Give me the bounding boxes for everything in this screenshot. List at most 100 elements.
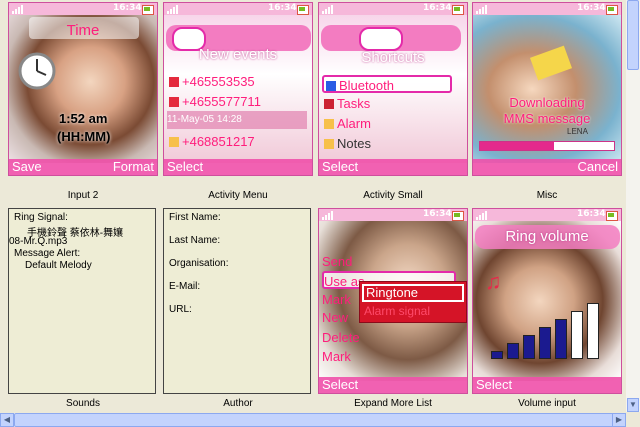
shortcut-item-alarm[interactable]: Alarm (322, 115, 462, 133)
shortcut-item-tasks[interactable]: Tasks (322, 95, 462, 113)
tasks-icon (324, 99, 334, 109)
caption-volume-input: Volume input (518, 398, 576, 409)
tab-strip[interactable] (321, 25, 461, 51)
time-format: (HH:MM) (57, 129, 111, 144)
caption-input2: Input 2 (67, 190, 99, 201)
screen-title: Time (66, 22, 100, 39)
volume-bar (491, 351, 503, 359)
battery-icon (297, 5, 309, 15)
note-icon (324, 139, 334, 149)
signal-icon (322, 211, 336, 220)
select-soft-key[interactable]: Select (476, 377, 512, 393)
volume-bar (539, 327, 551, 359)
format-soft-key[interactable]: Format (113, 159, 154, 175)
event-row[interactable]: +468851217 (167, 133, 307, 151)
status-time: 16:34 (577, 209, 606, 219)
status-bar: 16:34 (319, 3, 467, 15)
phone-screen-input2: 16:34 Time 1:52 am (HH:MM) Save Format (8, 2, 158, 176)
bluetooth-icon (326, 81, 336, 91)
volume-bar (507, 343, 519, 359)
status-time: 16:34 (268, 3, 297, 13)
clock-icon (17, 51, 57, 91)
caption-activity-small: Activity Small (363, 190, 423, 201)
volume-bar (523, 335, 535, 359)
save-soft-key[interactable]: Save (12, 159, 42, 175)
select-soft-key[interactable]: Select (322, 159, 358, 175)
progress-bar (479, 141, 615, 151)
menu-item-send[interactable]: Send (322, 253, 462, 271)
phone-screen-activity-menu: 16:34 New events +465553535 +4655577711 … (163, 2, 313, 176)
organisation-label: Organisation: (169, 258, 229, 269)
envelope-icon (169, 137, 179, 147)
submenu-item-alarm-signal[interactable]: Alarm signal (364, 304, 430, 318)
volume-bar (571, 311, 583, 359)
caption-misc: Misc (536, 190, 558, 201)
volume-bar (587, 303, 599, 359)
select-soft-key[interactable]: Select (322, 377, 358, 393)
signal-icon (476, 5, 490, 14)
scroll-down-button[interactable]: ▼ (627, 398, 639, 412)
caption-sounds: Sounds (66, 398, 100, 409)
progress-fill (480, 142, 554, 150)
scroll-left-button[interactable]: ◀ (0, 413, 14, 427)
menu-item-mark-all[interactable]: Mark (322, 348, 462, 366)
battery-icon (606, 5, 618, 15)
music-note-icon: ♫ (485, 269, 502, 294)
battery-icon (452, 5, 464, 15)
soft-key-bar: Select (319, 159, 467, 175)
time-value[interactable]: 1:52 am (59, 111, 149, 126)
phone-screen-volume-input: 16:34 Ring volume ♫ Select (472, 208, 622, 394)
horizontal-scroll-thumb[interactable] (14, 413, 614, 427)
screen-title: Ring volume (505, 228, 589, 245)
soft-key-bar: Select (164, 159, 312, 175)
status-bar: 16:34 (319, 209, 467, 221)
soft-key-bar: Save Format (9, 159, 157, 175)
event-row[interactable]: +465553535 (167, 73, 307, 91)
soft-key-bar: Cancel (473, 159, 621, 175)
url-label: URL: (169, 304, 192, 315)
ring-signal-filename: 08-Mr.Q.mp3 (9, 236, 68, 247)
menu-item-delete[interactable]: Delete (322, 329, 462, 347)
shortcut-item-bluetooth[interactable]: Bluetooth (322, 75, 452, 93)
email-label: E-Mail: (169, 281, 201, 292)
tab-shortcuts[interactable] (359, 27, 403, 51)
shortcut-item-notes[interactable]: Notes (322, 135, 462, 153)
screen-title: New events (198, 46, 278, 63)
phone-screen-misc: 16:34 Downloading MMS message LENA Cance… (472, 2, 622, 176)
status-bar: 16:34 (473, 209, 621, 221)
soft-key-bar: Select (319, 377, 467, 393)
soft-key-bar: Select (473, 377, 621, 393)
status-time: 16:34 (423, 209, 452, 219)
mms-status-line1: Downloading (509, 95, 585, 110)
submenu-item-ringtone[interactable]: Ringtone (362, 284, 464, 302)
cancel-soft-key[interactable]: Cancel (578, 159, 618, 175)
status-time: 16:34 (423, 3, 452, 13)
first-name-label: First Name: (169, 212, 221, 223)
ring-signal-label: Ring Signal: (14, 212, 68, 223)
vertical-scrollbar[interactable]: ▼ (626, 0, 640, 412)
caption-expand-more-list: Expand More List (354, 398, 432, 409)
status-bar: 16:34 (473, 3, 621, 15)
status-bar: 16:34 (164, 3, 312, 15)
select-soft-key[interactable]: Select (167, 159, 203, 175)
message-alert-label: Message Alert: (14, 248, 81, 259)
vertical-scroll-thumb[interactable] (627, 0, 639, 70)
volume-bar (555, 319, 567, 359)
phone-screen-activity-small: 16:34 Shortcuts Bluetooth Tasks Alarm No… (318, 2, 468, 176)
status-time: 16:34 (113, 3, 142, 13)
last-name-label: Last Name: (169, 235, 221, 246)
status-bar: 16:34 (9, 3, 157, 15)
volume-level-bars[interactable] (491, 299, 615, 359)
battery-icon (142, 5, 154, 15)
scroll-right-button[interactable]: ▶ (612, 413, 626, 427)
phone-screen-expand-more-list: 16:34 Send Use as Mark New Delete Mark R… (318, 208, 468, 394)
submenu: Ringtone Alarm signal (359, 281, 467, 323)
watermark: LENA (567, 127, 588, 136)
mms-status-line2: MMS message (503, 111, 591, 126)
caption-activity-menu: Activity Menu (208, 190, 268, 201)
sounds-panel: Ring Signal: 手機鈴聲 蔡依林-舞孃 08-Mr.Q.mp3 Mes… (8, 208, 156, 394)
phone-icon (169, 97, 179, 107)
horizontal-scrollbar[interactable]: ◀ ▶ (0, 413, 626, 427)
screen-title: Shortcuts (361, 49, 425, 66)
event-row[interactable]: +4655577711 (167, 93, 307, 111)
